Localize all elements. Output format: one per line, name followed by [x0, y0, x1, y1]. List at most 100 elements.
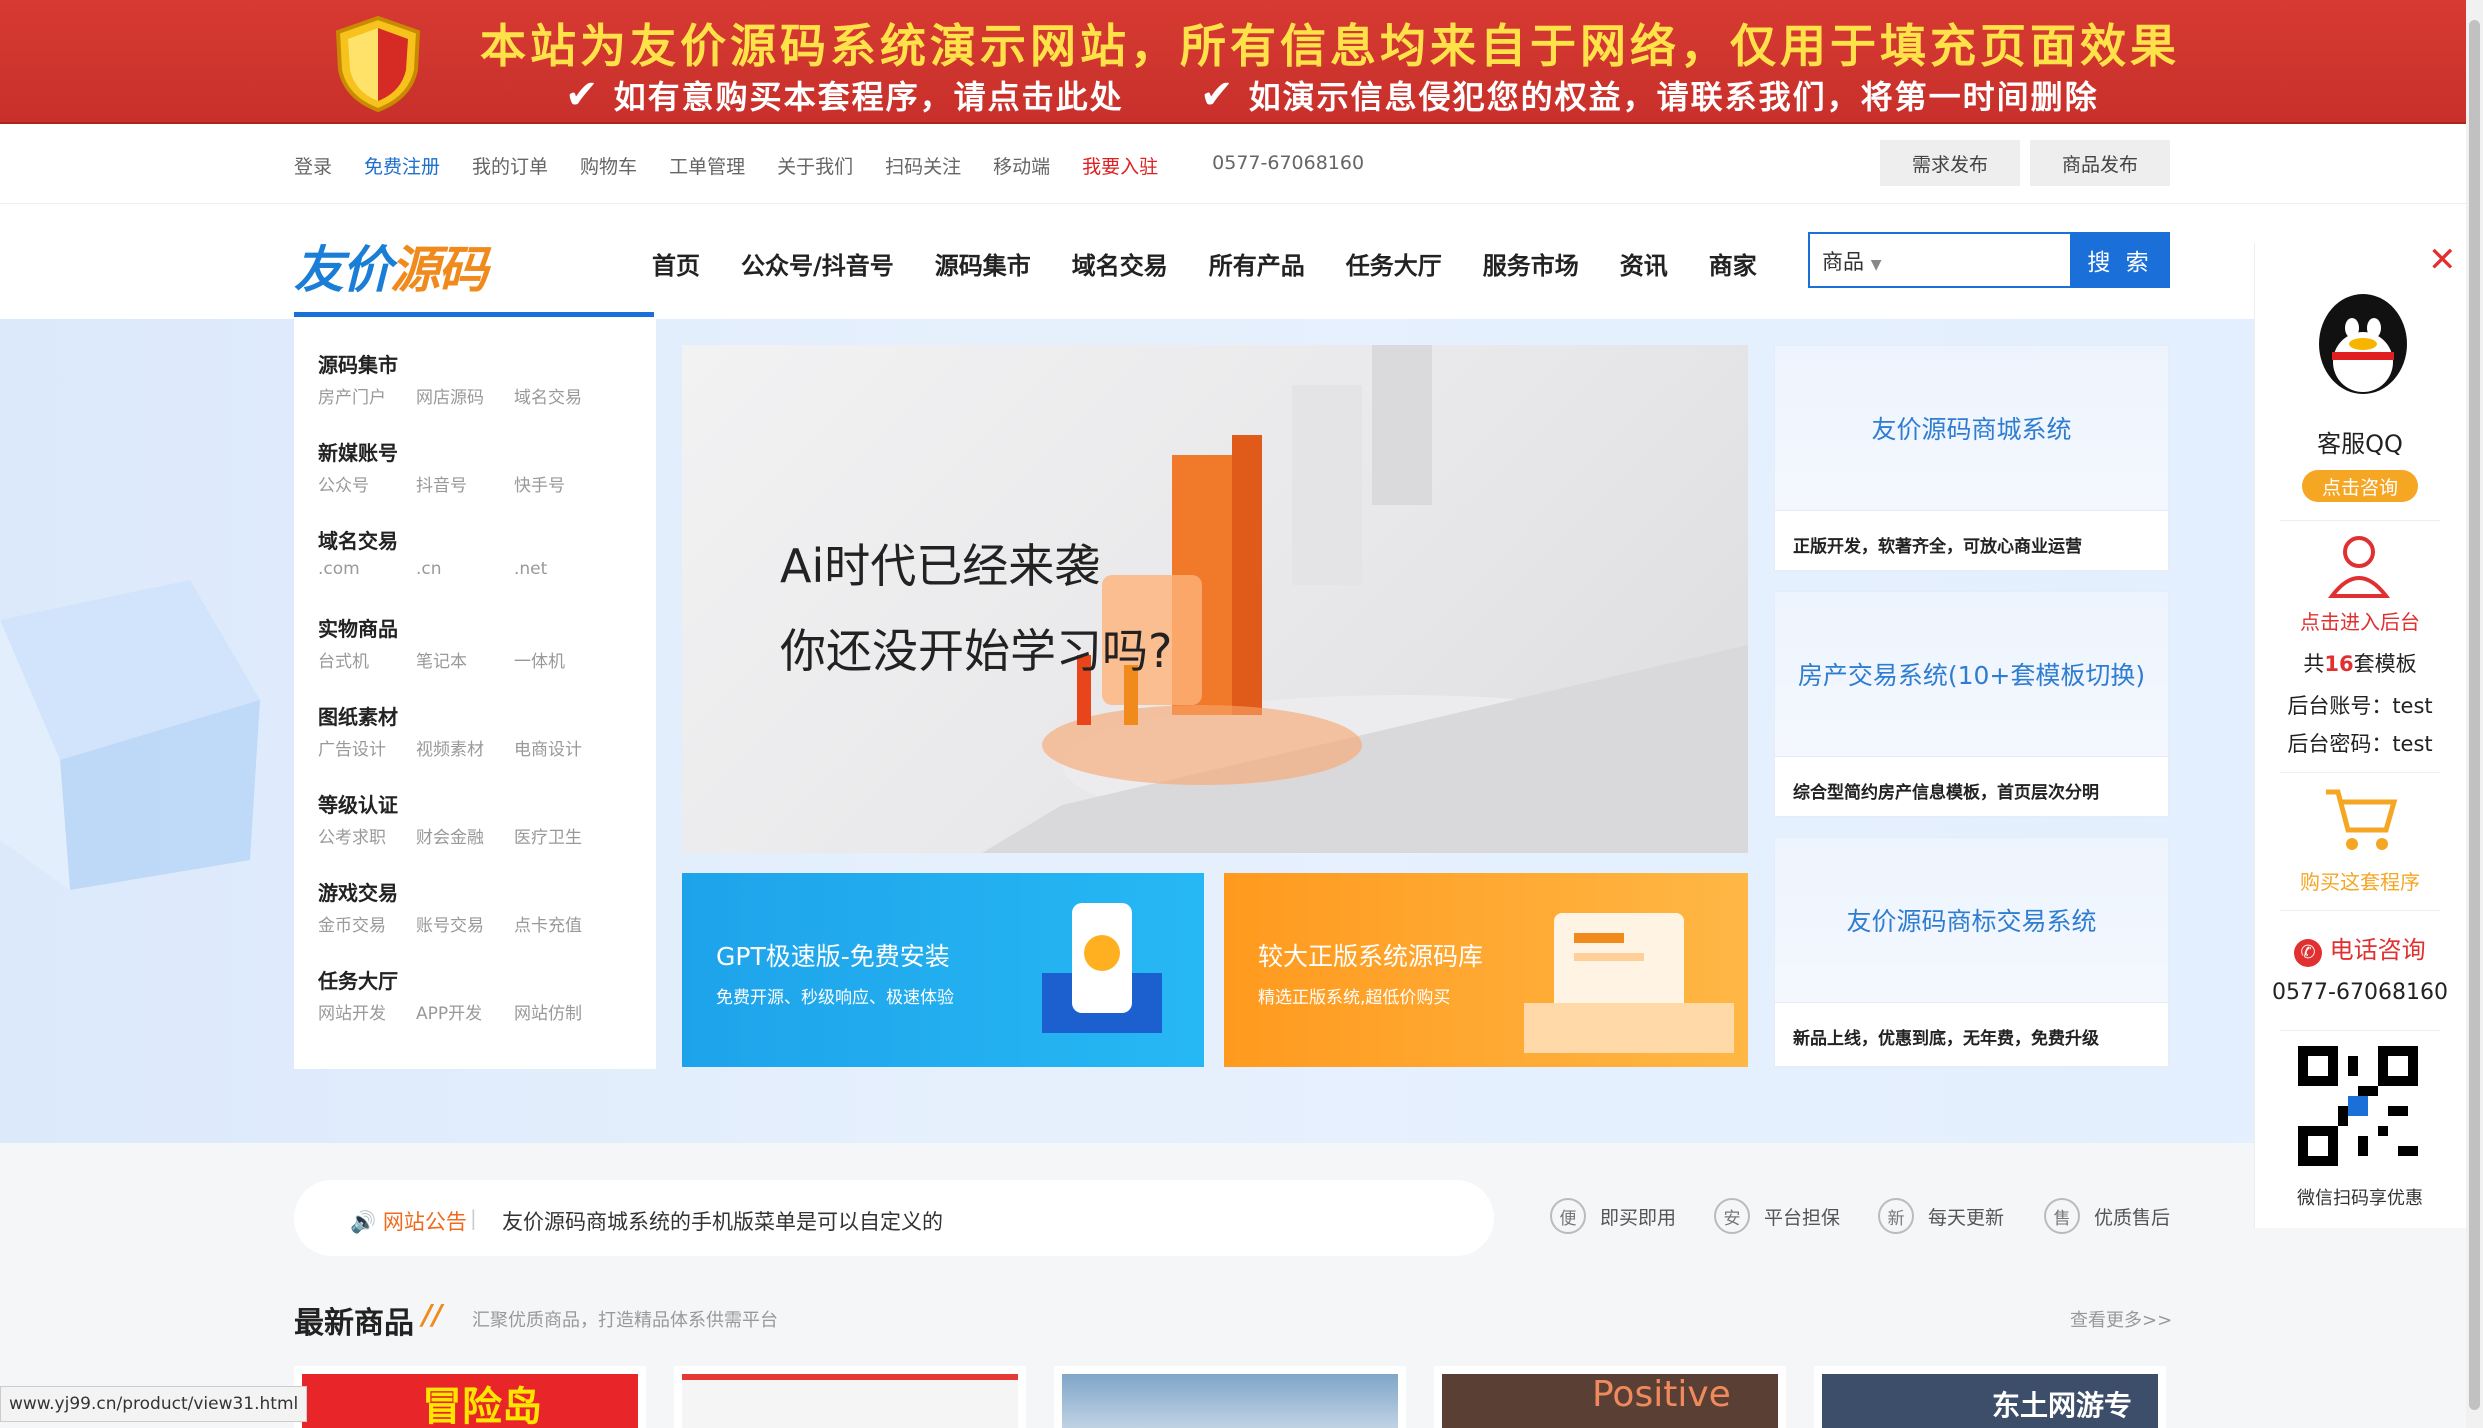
- category-sub-link[interactable]: 快手号: [514, 471, 612, 496]
- category-sub-link[interactable]: 一体机: [514, 647, 612, 672]
- category-sub-link[interactable]: 网站开发: [318, 999, 416, 1024]
- admin-entry-link[interactable]: 点击进入后台: [2254, 606, 2466, 635]
- phone-consult-link[interactable]: ✆ 电话咨询: [2294, 930, 2426, 967]
- category-sub-link[interactable]: 财会金融: [416, 823, 514, 848]
- promo-title: 较大正版系统源码库: [1258, 942, 1484, 971]
- nav-all-products[interactable]: 所有产品: [1209, 246, 1305, 281]
- category-sub-link[interactable]: 金币交易: [318, 911, 416, 936]
- thumb-image: 冒险岛: [302, 1374, 638, 1428]
- nav-merchants[interactable]: 商家: [1709, 246, 1757, 281]
- top-links: 登录 免费注册 我的订单 购物车 工单管理 关于我们 扫码关注 移动端 我要入驻…: [294, 152, 1396, 179]
- nav-accounts[interactable]: 公众号/抖音号: [741, 246, 894, 281]
- main-banner[interactable]: [682, 345, 1748, 853]
- join-link[interactable]: 我要入驻: [1082, 152, 1158, 179]
- category-sub-link[interactable]: 点卡充值: [514, 911, 612, 936]
- category-title[interactable]: 任务大厅: [318, 965, 398, 994]
- scan-follow-link[interactable]: 扫码关注: [885, 152, 961, 179]
- category-title[interactable]: 新媒账号: [318, 437, 398, 466]
- category-sub-link[interactable]: 笔记本: [416, 647, 514, 672]
- admin-account: 后台账号：test: [2287, 694, 2433, 718]
- category-sub-link[interactable]: 房产门户: [318, 383, 416, 408]
- template-count: 共16套模板: [2254, 648, 2466, 678]
- source-lib-promo-banner[interactable]: 较大正版系统源码库 精选正版系统,超低价购买: [1224, 873, 1748, 1067]
- qq-penguin-icon[interactable]: [2314, 290, 2412, 398]
- feature-badge: 安平台担保: [1714, 1198, 1840, 1234]
- search-button[interactable]: 搜 索: [2070, 232, 2170, 288]
- category-title[interactable]: 域名交易: [318, 525, 398, 554]
- nav-home[interactable]: 首页: [652, 246, 700, 281]
- category-sub-link[interactable]: 台式机: [318, 647, 416, 672]
- phone-consult-label: 电话咨询: [2329, 936, 2426, 964]
- user-icon[interactable]: [2326, 530, 2392, 600]
- category-title[interactable]: 等级认证: [318, 789, 398, 818]
- category-sub-link[interactable]: 域名交易: [514, 383, 612, 408]
- nav-news[interactable]: 资讯: [1620, 246, 1668, 281]
- nav-source-market[interactable]: 源码集市: [935, 246, 1031, 281]
- category-sub-link[interactable]: .cn: [416, 559, 514, 579]
- category-sub-link[interactable]: 账号交易: [416, 911, 514, 936]
- product-card[interactable]: 友价源码商城系统 正版开发，软著齐全，可放心商业运营: [1774, 345, 2169, 571]
- notice-text[interactable]: 友价源码商城系统的手机版菜单是可以自定义的: [502, 1206, 943, 1236]
- consult-button[interactable]: 点击咨询: [2302, 470, 2418, 502]
- dashboard-illustration-icon: [1524, 913, 1734, 1053]
- template-count-prefix: 共: [2303, 652, 2325, 676]
- product-thumbnail[interactable]: 冒险岛: [294, 1366, 646, 1428]
- category-sub-link[interactable]: 网店源码: [416, 383, 514, 408]
- mobile-link[interactable]: 移动端: [993, 152, 1050, 179]
- top-phone: 0577-67068160: [1212, 152, 1365, 174]
- category-title[interactable]: 游戏交易: [318, 877, 398, 906]
- search-type-select[interactable]: 商品 ▼: [1822, 246, 1881, 276]
- checkmark-icon: ✔: [565, 72, 601, 118]
- promo-subtitle: 免费开源、秒级响应、极速体验: [716, 988, 954, 1008]
- notice-divider: |: [470, 1206, 477, 1230]
- nav-services[interactable]: 服务市场: [1483, 246, 1579, 281]
- category-sub-link[interactable]: 电商设计: [514, 735, 612, 760]
- category-sub-link[interactable]: 抖音号: [416, 471, 514, 496]
- close-icon[interactable]: ✕: [2428, 240, 2457, 280]
- product-thumbnail[interactable]: 东土网游专营店: [1814, 1366, 2166, 1428]
- product-thumbnail[interactable]: [1054, 1366, 1406, 1428]
- product-thumbnail[interactable]: [674, 1366, 1026, 1428]
- site-logo[interactable]: 友价源码: [294, 230, 488, 302]
- banner-contact-note: ✔ 如演示信息侵犯您的权益，请联系我们，将第一时间删除: [1200, 72, 2099, 118]
- product-card[interactable]: 房产交易系统(10+套模板切换) 综合型简约房产信息模板，首页层次分明: [1774, 591, 2169, 817]
- secure-icon: 安: [1714, 1198, 1750, 1234]
- nav-task-hall[interactable]: 任务大厅: [1346, 246, 1442, 281]
- category-sub-link[interactable]: 广告设计: [318, 735, 416, 760]
- post-demand-button[interactable]: 需求发布: [1880, 140, 2020, 186]
- product-thumbnail[interactable]: Positive: [1434, 1366, 1786, 1428]
- category-sub-link[interactable]: 公众号: [318, 471, 416, 496]
- category-title[interactable]: 源码集市: [318, 349, 398, 378]
- category-sub-link[interactable]: .net: [514, 559, 612, 579]
- login-link[interactable]: 登录: [294, 152, 332, 179]
- promo-subtitle: 精选正版系统,超低价购买: [1258, 988, 1451, 1008]
- section-title: 最新商品: [294, 1306, 414, 1341]
- buy-program-link[interactable]: 购买这套程序: [2254, 866, 2466, 895]
- scrollbar-thumb[interactable]: [2469, 20, 2480, 1410]
- category-sub-link[interactable]: 公考求职: [318, 823, 416, 848]
- about-link[interactable]: 关于我们: [777, 152, 853, 179]
- status-bar-url: www.yj99.cn/product/view31.html: [0, 1386, 308, 1422]
- category-sub-link[interactable]: .com: [318, 559, 416, 579]
- my-orders-link[interactable]: 我的订单: [472, 152, 548, 179]
- divider: [2280, 520, 2440, 521]
- banner-buy-note[interactable]: ✔ 如有意购买本套程序，请点击此处: [565, 72, 1124, 118]
- notice-label[interactable]: 🔊 网站公告: [350, 1206, 467, 1236]
- view-more-link[interactable]: 查看更多>>: [2070, 1306, 2172, 1332]
- nav-domains[interactable]: 域名交易: [1072, 246, 1168, 281]
- phone-illustration-icon: [1042, 903, 1162, 1033]
- post-goods-button[interactable]: 商品发布: [2030, 140, 2170, 186]
- category-title[interactable]: 图纸素材: [318, 701, 398, 730]
- category-sub-link[interactable]: APP开发: [416, 999, 514, 1024]
- product-card[interactable]: 友价源码商标交易系统 新品上线，优惠到底，无年费，免费升级: [1774, 837, 2169, 1067]
- category-sub-link[interactable]: 网站仿制: [514, 999, 612, 1024]
- cart-link[interactable]: 购物车: [580, 152, 637, 179]
- category-sub-link[interactable]: 医疗卫生: [514, 823, 612, 848]
- gpt-promo-banner[interactable]: GPT极速版-免费安装 免费开源、秒级响应、极速体验: [682, 873, 1204, 1067]
- cart-icon[interactable]: [2322, 784, 2398, 854]
- category-title[interactable]: 实物商品: [318, 613, 398, 642]
- card-subtitle: 正版开发，软著齐全，可放心商业运营: [1793, 537, 2082, 557]
- tickets-link[interactable]: 工单管理: [669, 152, 745, 179]
- register-link[interactable]: 免费注册: [364, 152, 440, 179]
- category-sub-link[interactable]: 视频素材: [416, 735, 514, 760]
